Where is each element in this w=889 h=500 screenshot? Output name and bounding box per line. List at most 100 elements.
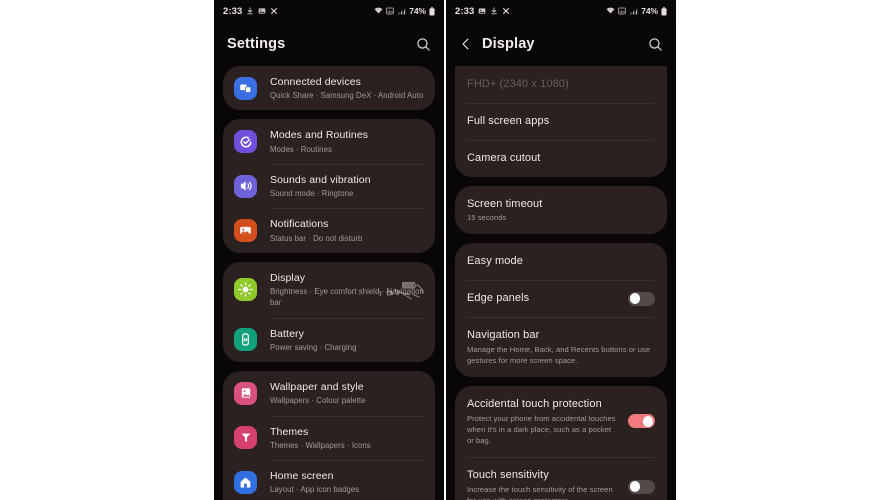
settings-row[interactable]: Touch sensitivity Increase the touch sens… <box>455 456 667 500</box>
settings-card: Easy mode Edge panels Navigation bar Manage… <box>455 243 667 377</box>
settings-row[interactable]: Full screen apps <box>455 102 667 140</box>
settings-row[interactable]: Easy mode <box>455 243 667 280</box>
settings-row-subtitle: Protect your phone from accidental touch… <box>467 413 616 445</box>
settings-row[interactable]: Screen timeout 15 seconds <box>455 186 667 235</box>
settings-row-title: Sounds and vibration <box>270 173 371 186</box>
battery-percent-label: 74% <box>641 6 658 16</box>
battery-settings-icon <box>234 328 257 352</box>
settings-card: Accidental touch protection Protect your … <box>455 385 667 500</box>
settings-row-title: Accidental touch protection <box>467 397 602 410</box>
settings-row-text: Camera cutout <box>467 151 655 166</box>
settings-row[interactable]: Sounds and vibration Sound mode · Rington… <box>223 163 435 208</box>
settings-row-text: Notifications Status bar · Do not disturb <box>270 217 424 243</box>
settings-card: Screen timeout 15 seconds <box>455 185 667 235</box>
settings-row[interactable]: Home screen Layout · App icon badges <box>223 460 435 500</box>
settings-row-text: Sounds and vibration Sound mode · Rington… <box>270 173 424 199</box>
settings-row-subtitle: Layout · App icon badges <box>270 485 360 495</box>
settings-row[interactable]: Edge panels <box>455 280 667 317</box>
status-bar-right: 74% <box>374 6 435 16</box>
settings-row-text: Themes Themes · Wallpapers · Icons <box>270 425 424 451</box>
settings-row[interactable]: Display Brightness · Eye comfort shield ·… <box>223 262 435 318</box>
battery-percent-label: 74% <box>409 6 426 16</box>
settings-row-title: Home screen <box>270 470 334 483</box>
settings-row-text: Wallpaper and style Wallpapers · Colour p… <box>270 380 424 406</box>
home-screen-icon <box>234 470 257 494</box>
display-icon <box>234 278 257 302</box>
status-bar-left: 2:33 <box>223 6 278 17</box>
toggle-switch[interactable] <box>628 414 655 429</box>
settings-row-text: Battery Power saving · Charging <box>270 327 424 353</box>
settings-row-title: Modes and Routines <box>270 129 369 142</box>
status-bar: 2:33 74% <box>446 0 676 22</box>
settings-row-title: Themes <box>270 425 309 438</box>
settings-row-title: Notifications <box>270 218 329 231</box>
settings-row-title: Touch sensitivity <box>467 468 549 481</box>
themes-icon <box>234 426 257 450</box>
settings-row-text: Easy mode <box>467 254 655 269</box>
settings-row-text: Display Brightness · Eye comfort shield ·… <box>270 271 424 309</box>
sounds-vibration-icon <box>234 174 257 198</box>
settings-card: Display Brightness · Eye comfort shield ·… <box>223 261 435 363</box>
download-icon <box>490 7 498 15</box>
settings-row[interactable]: Navigation bar Manage the Home, Back, and… <box>455 317 667 377</box>
toggle-switch[interactable] <box>628 291 655 306</box>
settings-row-subtitle: Status bar · Do not disturb <box>270 233 363 243</box>
page-title: Settings <box>227 36 286 52</box>
display-settings-list[interactable]: FHD+ (2340 x 1080) Full screen apps Camera… <box>446 66 676 500</box>
settings-row[interactable]: Battery Power saving · Charging <box>223 317 435 362</box>
settings-row-title: Edge panels <box>467 292 530 305</box>
settings-row-text: Full screen apps <box>467 114 655 129</box>
toggle-knob <box>642 415 654 427</box>
settings-row-subtitle: 15 seconds <box>467 213 507 223</box>
app-bar-settings: Settings <box>214 22 444 66</box>
close-icon <box>270 7 278 15</box>
settings-row[interactable]: Themes Themes · Wallpapers · Icons <box>223 415 435 460</box>
toggle-switch[interactable] <box>628 479 655 494</box>
close-icon <box>502 7 510 15</box>
settings-row-text: Modes and Routines Modes · Routines <box>270 128 424 154</box>
settings-row-subtitle: Brightness · Eye comfort shield · Naviga… <box>270 287 424 308</box>
settings-row-text: Touch sensitivity Increase the touch sens… <box>467 468 616 500</box>
page-title: Display <box>482 36 535 52</box>
status-bar-clock: 2:33 <box>455 5 475 17</box>
wallpaper-icon <box>234 381 257 405</box>
toggle-knob <box>629 481 641 493</box>
phone-screenshot-display: 2:33 74% Display FHD+ (2340 x 1080) Full… <box>446 0 676 500</box>
settings-row[interactable]: Modes and Routines Modes · Routines <box>223 119 435 163</box>
settings-row[interactable]: Camera cutout <box>455 139 667 177</box>
settings-row-title: Wallpaper and style <box>270 381 364 394</box>
settings-row-title: Navigation bar <box>467 329 540 342</box>
settings-row[interactable]: FHD+ (2340 x 1080) <box>455 66 667 103</box>
settings-card: Wallpaper and style Wallpapers · Colour p… <box>223 371 435 500</box>
settings-row-title: Full screen apps <box>467 114 550 127</box>
settings-row-title: Connected devices <box>270 76 362 88</box>
settings-row[interactable]: Wallpaper and style Wallpapers · Colour p… <box>223 371 435 415</box>
settings-row-text: Edge panels <box>467 291 616 306</box>
settings-list[interactable]: Connected devices Quick Share · Samsung D… <box>214 66 444 500</box>
signal-icon <box>397 7 406 15</box>
settings-row-text: Accidental touch protection Protect your … <box>467 397 616 446</box>
status-bar-clock: 2:33 <box>223 5 243 17</box>
image-icon <box>478 7 486 15</box>
app-bar-display: Display <box>446 22 676 66</box>
settings-row[interactable]: Accidental touch protection Protect your … <box>455 386 667 457</box>
settings-row-text: FHD+ (2340 x 1080) <box>467 77 655 92</box>
sim-icon <box>618 7 626 15</box>
settings-row-title: Battery <box>270 327 304 340</box>
settings-row[interactable]: Notifications Status bar · Do not disturb <box>223 208 435 252</box>
notifications-icon <box>234 219 257 243</box>
status-bar-right: 74% <box>606 6 667 16</box>
settings-card: Modes and Routines Modes · Routines Sounds… <box>223 119 435 253</box>
search-icon[interactable] <box>416 37 431 52</box>
battery-icon <box>429 6 435 16</box>
settings-row-subtitle: Sound mode · Ringtone <box>270 189 354 199</box>
status-bar-left: 2:33 <box>455 6 510 17</box>
phone-screenshot-settings: 2:33 74% Settings Connected devices Quic… <box>214 0 444 500</box>
settings-row[interactable]: Connected devices Quick Share · Samsung D… <box>223 66 435 110</box>
settings-row-subtitle: Quick Share · Samsung DeX · Android Auto <box>270 91 424 101</box>
back-chevron-icon[interactable] <box>459 37 473 51</box>
search-icon[interactable] <box>648 37 663 52</box>
settings-row-subtitle: Increase the touch sensitivity of the sc… <box>467 484 613 500</box>
settings-row-title: Screen timeout <box>467 197 543 210</box>
settings-row-title: FHD+ (2340 x 1080) <box>467 78 569 90</box>
